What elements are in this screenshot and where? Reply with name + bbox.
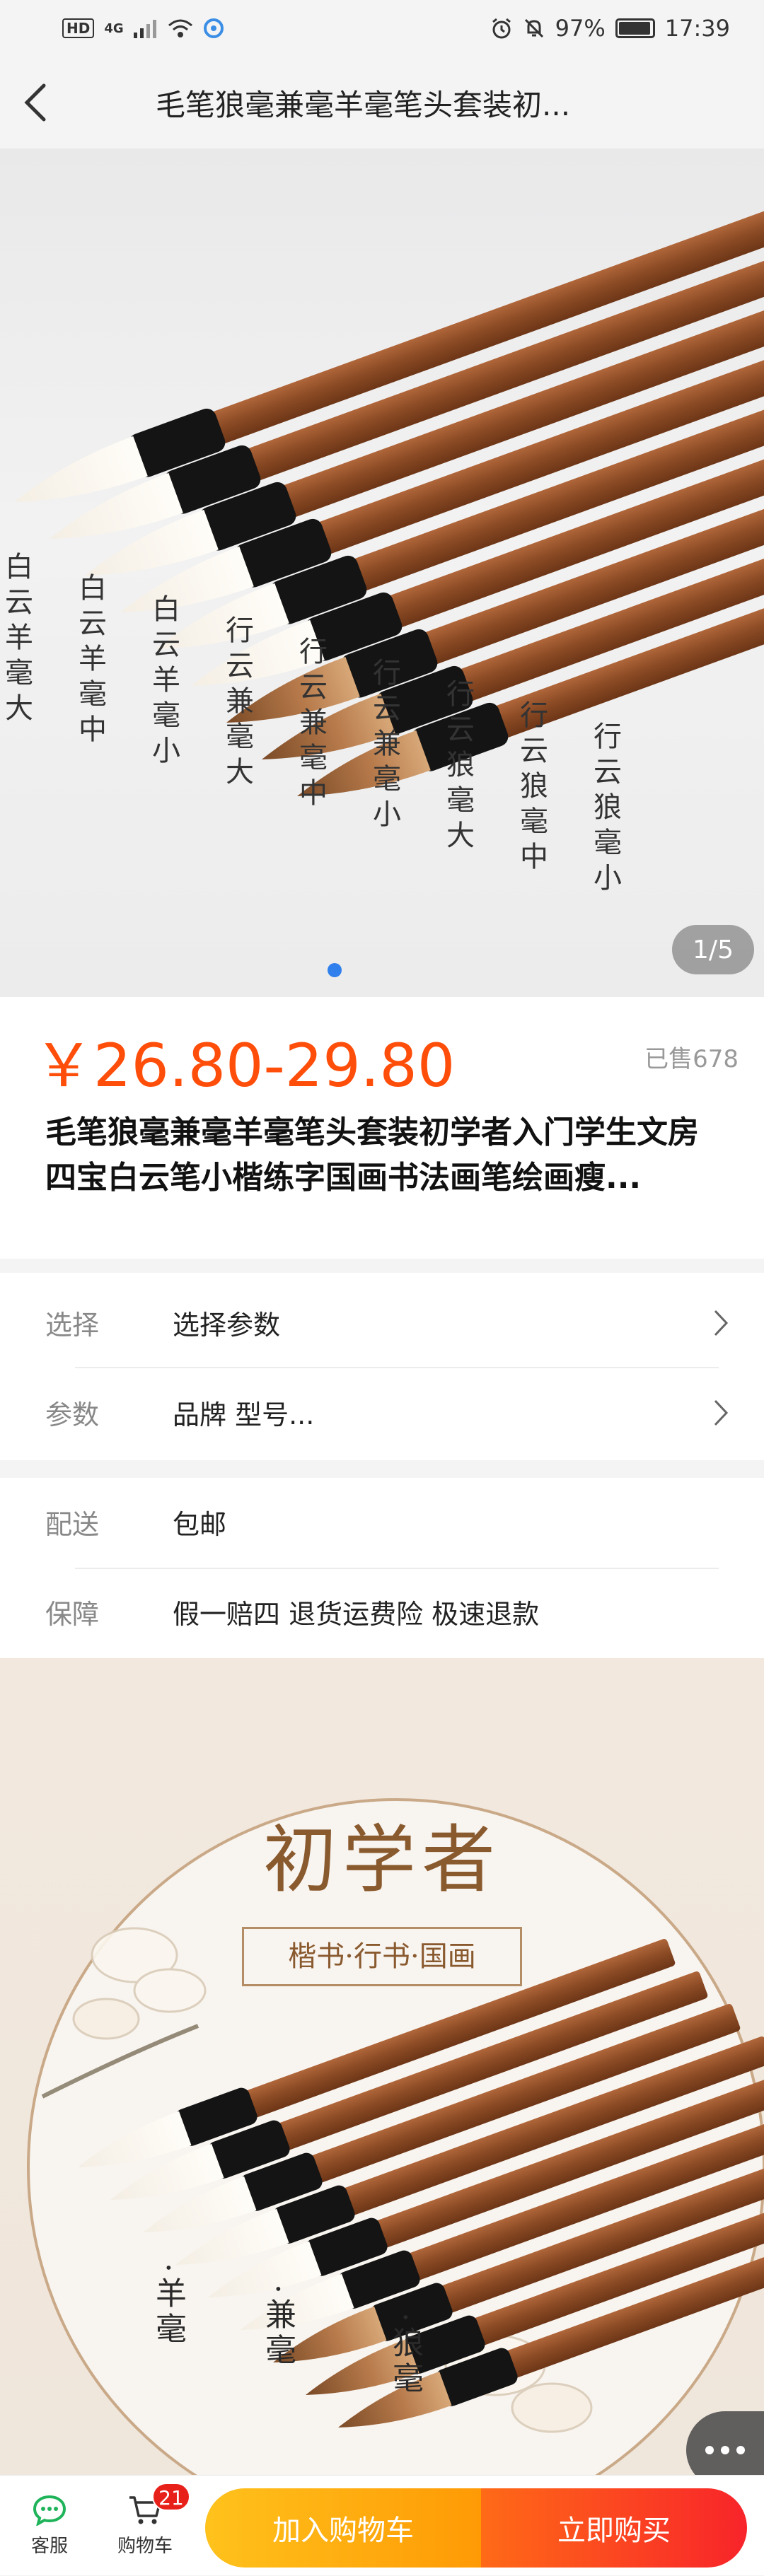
chevron-right-icon bbox=[714, 1310, 729, 1336]
chevron-left-icon bbox=[24, 83, 46, 122]
price-section: ￥26.80-29.80 已售678 毛笔狼毫兼毫羊毫笔头套装初学者入门学生文房… bbox=[0, 997, 764, 1259]
sold-count: 已售678 bbox=[644, 1045, 739, 1073]
detail-type-label: ·兼毫 bbox=[260, 2284, 296, 2369]
detail-type-label: ·狼毫 bbox=[387, 2312, 423, 2397]
brush-set-image bbox=[14, 199, 764, 796]
price: ￥26.80-29.80 bbox=[34, 1031, 456, 1100]
dot bbox=[721, 2446, 729, 2454]
alarm-icon bbox=[492, 18, 511, 39]
product-title: 毛笔狼毫兼毫羊毫笔头套装初学者入门学生文房四宝白云笔小楷练字国画书法画笔绘画瘦.… bbox=[45, 1114, 699, 1196]
cart-count-badge: 21 bbox=[152, 2483, 190, 2511]
customer-service-button[interactable]: 客服 bbox=[7, 2476, 92, 2576]
brush-label: 行云狼毫中 bbox=[515, 700, 548, 877]
cart-label: 购物车 bbox=[117, 2535, 173, 2557]
back-button[interactable] bbox=[0, 57, 71, 148]
title-bar: 毛笔狼毫兼毫羊毫笔头套装初... bbox=[0, 57, 764, 148]
status-bar: HD 4G 97% 17:39 bbox=[0, 0, 764, 57]
product-image-gallery[interactable]: 白云羊毫大 白云羊毫中 白云羊毫小 行云兼毫大 行云兼毫中 行云兼毫小 行云狼毫大 行云狼毫中… bbox=[0, 148, 764, 997]
delivery-row[interactable]: 配送 包邮 bbox=[0, 1478, 764, 1566]
option-value: 选择参数 bbox=[173, 1310, 281, 1341]
detail-title: 初学者 bbox=[262, 1817, 501, 1903]
image-page-indicator: 1/5 bbox=[672, 925, 754, 974]
hd-indicator: HD bbox=[62, 18, 95, 38]
battery-percent: 97% bbox=[555, 15, 606, 42]
brush-label: 行云兼毫大 bbox=[221, 615, 253, 792]
brush-label: 白云羊毫大 bbox=[0, 552, 33, 728]
dot bbox=[705, 2446, 714, 2454]
bottom-action-bar: 客服 购物车 21 加入购物车 立即购买 bbox=[0, 2475, 764, 2575]
brush-label: 行云狼毫大 bbox=[441, 679, 474, 856]
guarantee-row[interactable]: 保障 假一赔四 退货运费险 极速退款 bbox=[0, 1568, 764, 1656]
network-type: 4G bbox=[104, 21, 124, 36]
info-value: 假一赔四 退货运费险 极速退款 bbox=[173, 1599, 540, 1630]
options-card: 选择 选择参数 参数 品牌 型号... bbox=[0, 1273, 764, 1460]
option-row-params[interactable]: 参数 品牌 型号... bbox=[0, 1368, 764, 1457]
detail-subtitle: 楷书·行书·国画 bbox=[242, 1927, 522, 1986]
chevron-right-icon bbox=[714, 1399, 729, 1426]
chat-bubble-icon bbox=[33, 2495, 66, 2526]
info-label: 保障 bbox=[45, 1599, 100, 1630]
brush-label: 白云羊毫小 bbox=[147, 594, 180, 771]
dot bbox=[736, 2446, 745, 2454]
product-detail-image: 初学者 楷书·行书·国画 ·羊毫 ·兼毫 ·狼毫 bbox=[0, 1658, 764, 2475]
brush-label: 行云兼毫小 bbox=[368, 658, 400, 834]
wifi-icon bbox=[168, 19, 192, 37]
brush-label: 白云羊毫中 bbox=[74, 573, 106, 750]
brush-label: 行云狼毫小 bbox=[589, 721, 621, 898]
detail-type-label: ·羊毫 bbox=[150, 2263, 186, 2348]
carousel-dot-active[interactable] bbox=[328, 963, 342, 977]
info-value: 包邮 bbox=[173, 1509, 227, 1540]
option-row-select[interactable]: 选择 选择参数 bbox=[0, 1278, 764, 1367]
clock: 17:39 bbox=[664, 15, 730, 42]
signal-icon bbox=[133, 20, 156, 38]
buy-now-button[interactable]: 立即购买 bbox=[481, 2488, 747, 2568]
status-left: HD 4G bbox=[62, 18, 224, 39]
option-label: 参数 bbox=[45, 1399, 100, 1430]
cart-button[interactable]: 购物车 21 bbox=[103, 2476, 190, 2576]
option-value: 品牌 型号... bbox=[173, 1399, 315, 1430]
option-label: 选择 bbox=[45, 1310, 100, 1341]
info-label: 配送 bbox=[45, 1509, 100, 1540]
brush-label: 行云兼毫中 bbox=[294, 636, 327, 813]
status-right: 97% 17:39 bbox=[490, 15, 730, 42]
page-title: 毛笔狼毫兼毫羊毫笔头套装初... bbox=[156, 87, 571, 122]
app-status-icon bbox=[203, 18, 224, 38]
mute-icon bbox=[524, 18, 543, 38]
add-to-cart-button[interactable]: 加入购物车 bbox=[205, 2488, 481, 2568]
service-label: 客服 bbox=[30, 2535, 68, 2557]
battery-icon bbox=[615, 18, 655, 38]
service-info-card: 配送 包邮 保障 假一赔四 退货运费险 极速退款 bbox=[0, 1478, 764, 1658]
